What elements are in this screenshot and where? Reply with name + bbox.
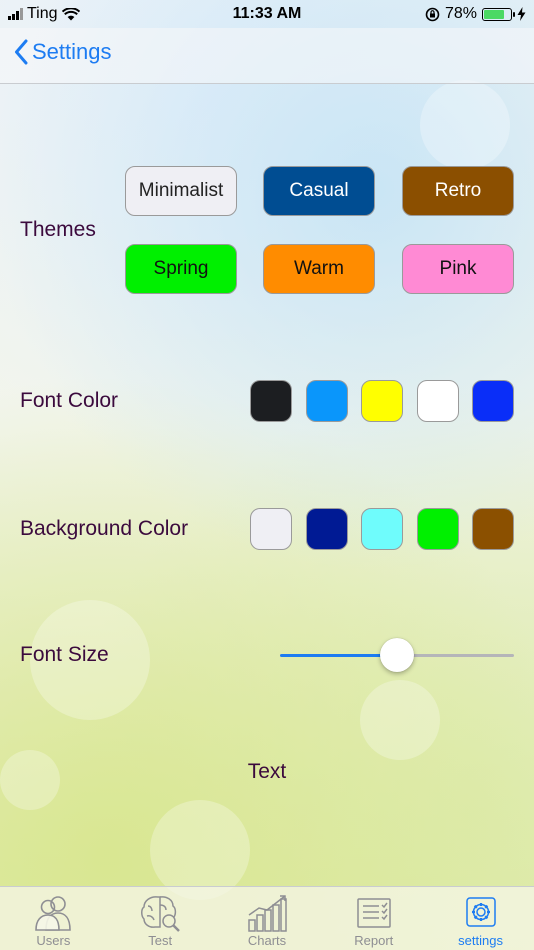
battery-icon (482, 7, 515, 21)
font-size-label: Font Size (20, 643, 109, 666)
font-color-swatch[interactable] (250, 380, 292, 422)
font-color-swatch[interactable] (417, 380, 459, 422)
tab-users-label: Users (36, 933, 71, 948)
font-color-swatch[interactable] (306, 380, 348, 422)
tab-test[interactable]: Test (107, 887, 214, 950)
background-color-label: Background Color (20, 517, 189, 540)
themes-label: Themes (20, 218, 96, 241)
background-color-swatch[interactable] (361, 508, 403, 550)
background-color-swatch[interactable] (250, 508, 292, 550)
brain-icon (141, 896, 181, 932)
tab-bar: Users Test Charts Report settings (0, 886, 534, 950)
bar-chart-icon (248, 895, 287, 932)
tab-charts[interactable]: Charts (214, 887, 321, 950)
background-color-swatch[interactable] (306, 508, 348, 550)
theme-casual-button[interactable]: Casual (263, 166, 375, 216)
gear-icon (465, 897, 496, 927)
tab-report[interactable]: Report (320, 887, 427, 950)
battery-percent: 78% (444, 5, 477, 22)
status-right: 78% (425, 5, 526, 23)
tab-test-label: Test (148, 933, 173, 948)
settings-screen: Ting 11:33 AM 78% Settings Themes Minima… (0, 0, 534, 950)
status-bar: Ting 11:33 AM 78% (0, 0, 534, 28)
bokeh-decoration (150, 800, 250, 900)
background-color-swatch[interactable] (472, 508, 514, 550)
charging-bolt-icon (517, 7, 526, 21)
back-button[interactable]: Settings (14, 39, 112, 65)
bokeh-decoration (420, 80, 510, 170)
report-icon (357, 898, 391, 928)
tab-settings-label: settings (458, 933, 503, 948)
chevron-left-icon (15, 39, 28, 65)
theme-pink-button[interactable]: Pink (402, 244, 514, 294)
slider-thumb[interactable] (380, 638, 414, 672)
navigation-bar: Settings (0, 28, 534, 84)
bokeh-decoration (360, 680, 440, 760)
slider-track-empty (397, 654, 514, 657)
orientation-lock-icon (425, 7, 440, 21)
font-color-swatch[interactable] (361, 380, 403, 422)
tab-charts-label: Charts (247, 933, 287, 948)
tab-settings[interactable]: settings (427, 887, 534, 950)
theme-warm-button[interactable]: Warm (263, 244, 375, 294)
font-color-label: Font Color (20, 389, 119, 412)
theme-retro-button[interactable]: Retro (402, 166, 514, 216)
users-icon (35, 896, 72, 931)
font-color-swatch[interactable] (472, 380, 514, 422)
preview-text: Text (247, 760, 287, 783)
tab-report-label: Report (354, 933, 394, 948)
background-color-swatch[interactable] (417, 508, 459, 550)
back-label: Settings (32, 39, 112, 64)
theme-minimalist-button[interactable]: Minimalist (125, 166, 237, 216)
tab-users[interactable]: Users (0, 887, 107, 950)
theme-spring-button[interactable]: Spring (125, 244, 237, 294)
